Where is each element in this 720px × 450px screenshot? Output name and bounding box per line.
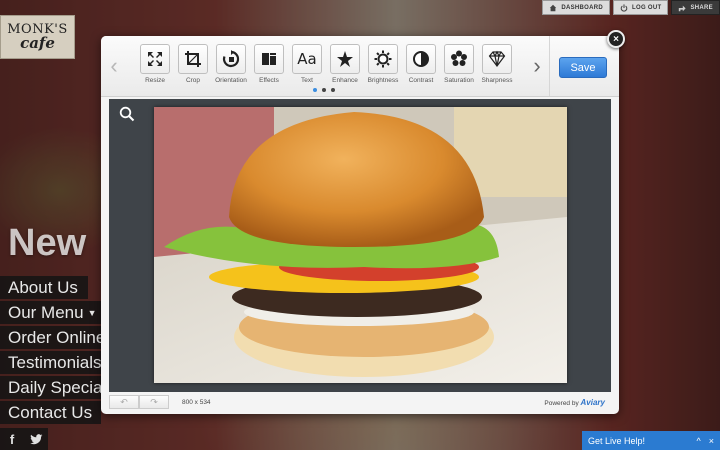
contrast-icon — [413, 51, 429, 67]
tool-label: Contrast — [408, 77, 434, 84]
top-bar: DASHBOARD LOG OUT SHARE — [542, 0, 720, 15]
redo-icon: ↷ — [150, 396, 158, 407]
chevron-right-icon[interactable]: › — [524, 36, 550, 96]
tool-resize[interactable]: Resize — [137, 44, 173, 84]
expand-icon[interactable]: ^ — [697, 436, 701, 446]
nav-our-menu[interactable]: Our Menu ▼ — [0, 301, 101, 324]
site-nav: About Us Our Menu ▼ Order Online Testimon… — [0, 276, 101, 426]
dashboard-button[interactable]: DASHBOARD — [542, 0, 611, 15]
logout-button[interactable]: LOG OUT — [613, 0, 669, 15]
undo-button[interactable]: ↶ — [109, 395, 139, 409]
nav-label: Testimonials — [8, 353, 101, 372]
undo-icon: ↶ — [120, 396, 128, 407]
burger-photo — [154, 107, 567, 383]
powered-by-label: Powered by — [544, 399, 579, 407]
caret-down-icon: ▼ — [87, 308, 97, 319]
image-canvas[interactable] — [109, 99, 611, 392]
nav-contact-us[interactable]: Contact Us — [0, 401, 101, 424]
tool-label: Resize — [145, 77, 165, 84]
nav-label: About Us — [8, 278, 78, 297]
live-help-bar[interactable]: Get Live Help! ^ × — [582, 431, 720, 450]
nav-label: Daily Specials — [8, 378, 101, 397]
nav-label: Order Online — [8, 328, 101, 347]
live-help-label: Get Live Help! — [588, 435, 646, 446]
undo-redo-group: ↶ ↷ — [109, 395, 169, 409]
enhance-icon — [337, 51, 353, 67]
orientation-icon — [222, 50, 240, 68]
close-icon: × — [613, 33, 619, 45]
tool-text[interactable]: Aa Text — [289, 44, 325, 84]
close-icon[interactable]: × — [709, 436, 714, 446]
tool-label: Effects — [259, 77, 279, 84]
crop-icon — [185, 51, 201, 67]
pager-dot[interactable] — [331, 88, 335, 92]
toolbar-divider — [549, 36, 550, 96]
tool-crop[interactable]: Crop — [175, 44, 211, 84]
nav-order-online[interactable]: Order Online — [0, 326, 101, 349]
share-button[interactable]: SHARE — [671, 0, 720, 15]
tool-label: Sharpness — [481, 77, 513, 84]
saturation-icon — [451, 50, 467, 66]
close-modal-button[interactable]: × — [607, 30, 625, 48]
save-button[interactable]: Save — [559, 57, 607, 78]
twitter-icon[interactable] — [24, 428, 48, 450]
tool-saturation[interactable]: Saturation — [441, 44, 477, 84]
tool-label: Crop — [185, 77, 201, 84]
logout-label: LOG OUT — [632, 4, 662, 11]
logo-line2: cafe — [20, 34, 55, 52]
burger-illustration — [154, 107, 567, 383]
nav-label: Contact Us — [8, 403, 93, 422]
nav-daily-specials[interactable]: Daily Specials — [0, 376, 101, 399]
tool-sharpness[interactable]: Sharpness — [479, 44, 515, 84]
share-label: SHARE — [690, 4, 713, 11]
nav-label: Our Menu — [8, 303, 84, 322]
tool-brightness[interactable]: Brightness — [365, 44, 401, 84]
effects-icon — [262, 53, 276, 65]
editor-toolbar: ‹ Resize Crop Orientation Effects Aa Tex… — [101, 36, 619, 97]
tool-contrast[interactable]: Contrast — [403, 44, 439, 84]
tool-orientation[interactable]: Orientation — [213, 44, 249, 84]
nav-testimonials[interactable]: Testimonials — [0, 351, 101, 374]
tool-label: Text — [301, 77, 313, 84]
pager-dot[interactable] — [322, 88, 326, 92]
tool-enhance[interactable]: Enhance — [327, 44, 363, 84]
tool-label: Orientation — [215, 77, 247, 84]
powered-by: Powered by Aviary — [544, 398, 605, 407]
share-icon — [679, 5, 687, 11]
chevron-left-icon[interactable]: ‹ — [101, 36, 127, 96]
twitter-bird-shape — [29, 433, 42, 444]
aviary-logo[interactable]: Aviary — [581, 398, 605, 407]
power-icon — [620, 3, 628, 12]
editor-footer: ↶ ↷ 800 x 534 Powered by Aviary — [109, 394, 611, 410]
photo-editor-modal: ‹ Resize Crop Orientation Effects Aa Tex… — [101, 36, 619, 414]
facebook-icon[interactable]: f — [0, 428, 24, 450]
sharpness-icon — [488, 50, 506, 67]
site-logo[interactable]: MONK'S cafe — [0, 15, 75, 59]
brightness-icon — [374, 50, 392, 68]
dashboard-label: DASHBOARD — [561, 4, 604, 11]
tool-effects[interactable]: Effects — [251, 44, 287, 84]
pager-dot[interactable] — [313, 88, 317, 92]
resize-icon — [148, 52, 162, 66]
redo-button[interactable]: ↷ — [139, 395, 169, 409]
text-icon: Aa — [297, 50, 317, 68]
hero-heading: New — [8, 222, 87, 264]
tool-label: Saturation — [444, 77, 474, 84]
tool-label: Brightness — [367, 77, 399, 84]
image-dimensions: 800 x 534 — [182, 398, 211, 406]
tool-label: Enhance — [332, 77, 358, 84]
home-icon — [550, 4, 557, 11]
zoom-icon[interactable] — [119, 106, 135, 122]
nav-about-us[interactable]: About Us — [0, 276, 88, 299]
toolbar-pager — [313, 88, 335, 92]
social-links: f — [0, 428, 48, 450]
